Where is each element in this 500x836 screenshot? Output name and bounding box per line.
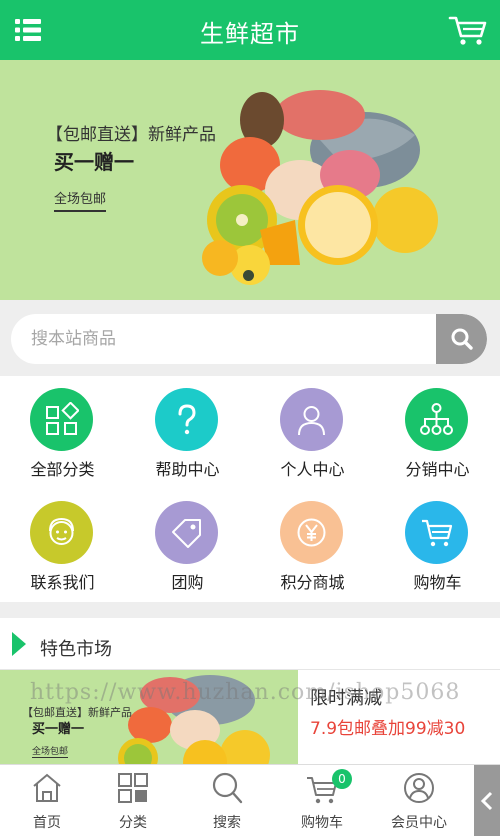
- section-title: 特色市场: [40, 639, 112, 660]
- nav-icon-circle: [30, 388, 93, 451]
- nav-item-contact-us[interactable]: 联系我们: [0, 489, 125, 602]
- tag-icon: [172, 519, 201, 548]
- nav-item-label: 积分商城: [280, 573, 345, 592]
- thumb-promo-subline: 全场包邮: [32, 744, 69, 758]
- banner-promo-headline: 买一赠一: [54, 150, 134, 174]
- section-header: 特色市场: [0, 618, 500, 670]
- header-cart-button[interactable]: [448, 14, 488, 46]
- support-agent-icon: [49, 517, 74, 545]
- tab-label: 购物车: [301, 815, 343, 831]
- section-arrow-icon: [12, 632, 26, 656]
- nav-item-label: 联系我们: [30, 573, 95, 592]
- page-title: 生鲜超市: [200, 20, 300, 48]
- search-box: [11, 314, 487, 364]
- promo-banner[interactable]: 【包邮直送】新鲜产品 买一赠一 全场包邮: [0, 60, 500, 300]
- tab-cart[interactable]: 0 购物车: [275, 765, 369, 836]
- tab-home[interactable]: 首页: [0, 765, 94, 836]
- nav-icon-circle: [155, 501, 218, 564]
- nav-item-personal-center[interactable]: 个人中心: [250, 376, 375, 489]
- category-grid-icon: [118, 773, 148, 803]
- nav-icon-circle: [30, 501, 93, 564]
- nav-icon-circle: [405, 501, 468, 564]
- nav-item-help-center[interactable]: 帮助中心: [125, 376, 250, 489]
- search-button[interactable]: [436, 314, 487, 364]
- nav-icon-circle: [155, 388, 218, 451]
- nav-item-points-mall[interactable]: 积分商城: [250, 489, 375, 602]
- top-header: 生鲜超市: [0, 0, 500, 60]
- nav-item-group-buy[interactable]: 团购: [125, 489, 250, 602]
- nav-icon-circle: [405, 388, 468, 451]
- network-icon: [420, 403, 453, 435]
- search-section: [0, 302, 500, 374]
- tab-categories[interactable]: 分类: [86, 765, 180, 836]
- tab-member-center[interactable]: 会员中心: [372, 765, 466, 836]
- carousel-indicator[interactable]: [243, 270, 254, 281]
- nav-item-label: 分销中心: [405, 460, 470, 479]
- tab-search[interactable]: 搜索: [180, 765, 274, 836]
- search-icon: [451, 328, 473, 350]
- grid-shapes-icon: [46, 402, 79, 435]
- search-icon: [212, 772, 243, 804]
- watermark-text: https://www.huzhan.com/ishop5068: [30, 680, 461, 705]
- question-icon: [178, 404, 196, 435]
- nav-item-label: 帮助中心: [155, 460, 220, 479]
- home-icon: [33, 773, 61, 802]
- quick-nav-grid: 全部分类 帮助中心 个人中心 分销中心 联系我们 团购 积分商城 购物车: [0, 376, 500, 602]
- nav-item-label: 团购: [171, 573, 204, 592]
- thumb-promo-headline: 买一赠一: [32, 722, 85, 737]
- tab-label: 会员中心: [391, 815, 447, 831]
- cart-icon: [448, 16, 487, 45]
- nav-icon-circle: [280, 501, 343, 564]
- chevron-left-icon: [480, 791, 493, 811]
- nav-item-all-categories[interactable]: 全部分类: [0, 376, 125, 489]
- fruit-illustration: [202, 90, 438, 285]
- banner-promo-subline: 全场包邮: [54, 188, 107, 212]
- nav-item-distribution-center[interactable]: 分销中心: [375, 376, 500, 489]
- search-input[interactable]: [11, 314, 436, 364]
- nav-item-label: 全部分类: [30, 460, 95, 479]
- user-icon: [298, 406, 325, 436]
- yen-coin-icon: [297, 518, 326, 547]
- deal-description: 7.9包邮叠加99减30: [310, 719, 466, 739]
- tab-label: 搜索: [213, 815, 241, 831]
- tab-label: 分类: [119, 815, 147, 831]
- member-icon: [404, 773, 434, 803]
- nav-item-label: 个人中心: [280, 460, 345, 479]
- side-panel-toggle[interactable]: [474, 765, 500, 836]
- cart-count-badge: 0: [332, 769, 352, 789]
- nav-item-label: 购物车: [413, 573, 462, 592]
- nav-item-shopping-cart[interactable]: 购物车: [375, 489, 500, 602]
- nav-icon-circle: [280, 388, 343, 451]
- cart-icon: [422, 519, 453, 547]
- tab-label: 首页: [33, 815, 61, 831]
- bottom-tab-bar: 首页 分类 搜索 0 购物车 会员中心: [0, 764, 500, 836]
